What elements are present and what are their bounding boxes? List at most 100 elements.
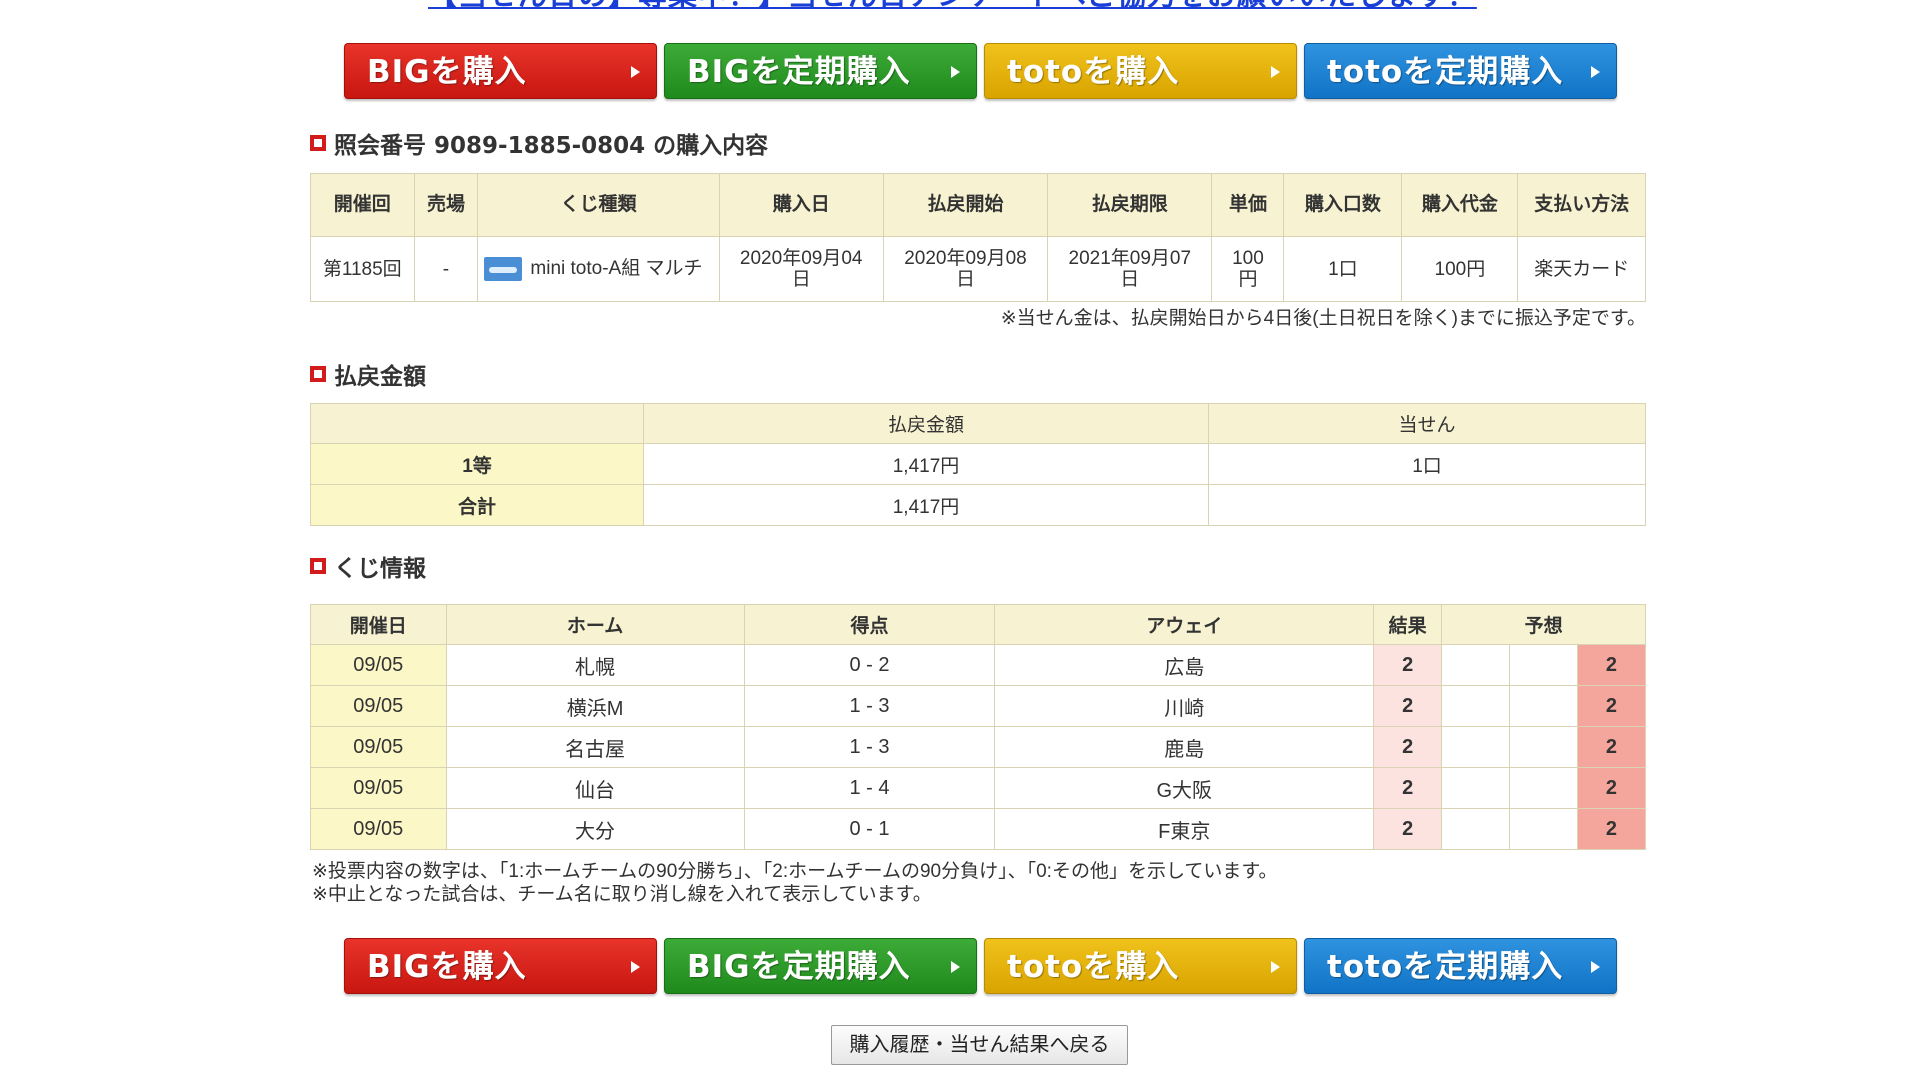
payout-start-cell: 2020年09月08日: [882, 236, 1049, 302]
away-team: F東京: [994, 808, 1375, 850]
subscribe-big-button[interactable]: BIGを定期購入: [664, 43, 977, 99]
note-line: ※投票内容の数字は、「1:ホームチームの90分勝ち」、「2:ホームチームの90分…: [312, 861, 1278, 882]
mini-toto-icon: [484, 257, 523, 281]
prize-tier-cell: 1等: [310, 443, 644, 485]
buy-toto-button[interactable]: totoを購入: [984, 938, 1297, 994]
arrow-right-icon: [1591, 66, 1600, 78]
prediction-0: [1509, 644, 1578, 686]
col-amount: 購入代金: [1401, 173, 1519, 237]
match-row: 09/05 名古屋 1 - 3 鹿島 2 2: [310, 726, 1647, 768]
store-cell: -: [413, 236, 479, 302]
section-marker-icon: [310, 366, 326, 382]
payout-row: 1等 1,417円 1口: [310, 443, 1646, 485]
subscribe-toto-label: totoを定期購入: [1327, 949, 1564, 985]
buy-toto-label: totoを購入: [1007, 54, 1180, 90]
payout-header-row: 払戻金額 当せん: [310, 403, 1646, 444]
purchase-header-row: 開催回 売場 くじ種類 購入日 払戻開始 払戻期限 単価 購入口数 購入代金 支…: [310, 173, 1646, 237]
prediction-2: 2: [1576, 685, 1647, 727]
arrow-right-icon: [1591, 961, 1600, 973]
note-line: ※中止となった試合は、チーム名に取り消し線を入れて表示しています。: [312, 884, 932, 905]
col-payout-deadline: 払戻期限: [1047, 173, 1213, 237]
buy-big-label: BIGを購入: [367, 54, 527, 90]
arrow-right-icon: [951, 66, 960, 78]
buy-big-button[interactable]: BIGを購入: [344, 43, 657, 99]
prediction-0: [1509, 685, 1578, 727]
subscribe-toto-label: totoを定期購入: [1327, 54, 1564, 90]
survey-banner-link[interactable]: 【当せん日の】導集中！】当せん日アンケートへご協力をお願いいたします！: [428, 0, 1528, 12]
prediction-1: [1441, 644, 1511, 686]
col-away: アウェイ: [994, 604, 1375, 645]
col-result: 結果: [1373, 604, 1443, 645]
match-score: 1 - 4: [743, 767, 996, 809]
arrow-right-icon: [951, 961, 960, 973]
total-amount-cell: 1,417円: [643, 484, 1209, 526]
col-date: 開催日: [310, 604, 447, 645]
arrow-right-icon: [631, 961, 640, 973]
lottery-header-row: 開催日 ホーム 得点 アウェイ 結果 予想: [310, 604, 1646, 645]
match-date: 09/05: [310, 644, 447, 686]
lottery-table: 開催日 ホーム 得点 アウェイ 結果 予想 09/05 札幌 0 - 2 広島 …: [310, 604, 1647, 850]
subscribe-toto-button[interactable]: totoを定期購入: [1304, 43, 1617, 99]
match-row: 09/05 札幌 0 - 2 広島 2 2: [310, 644, 1647, 686]
match-result: 2: [1373, 644, 1443, 686]
col-payout-start: 払戻開始: [882, 173, 1049, 237]
lottery-heading-text: くじ情報: [334, 556, 426, 582]
page: 【当せん日の】導集中！】当せん日アンケートへご協力をお願いいたします！ BIGを…: [0, 0, 1920, 1080]
home-team: 仙台: [445, 767, 745, 809]
payout-heading-text: 払戻金額: [334, 364, 426, 390]
match-result: 2: [1373, 808, 1443, 850]
match-score: 0 - 2: [743, 644, 996, 686]
match-date: 09/05: [310, 808, 447, 850]
match-row: 09/05 横浜M 1 - 3 川崎 2 2: [310, 685, 1647, 727]
round-cell: 第1185回: [310, 236, 415, 302]
prediction-2: 2: [1576, 644, 1647, 686]
prediction-2: 2: [1576, 767, 1647, 809]
payout-col-count: 当せん: [1208, 403, 1646, 444]
section-marker-icon: [310, 558, 326, 574]
match-row: 09/05 仙台 1 - 4 G大阪 2 2: [310, 767, 1647, 809]
purchase-row: 第1185回 - mini toto-A組 マルチ 2020年09月04日 20…: [310, 236, 1646, 302]
count-cell: 1口: [1283, 236, 1403, 302]
subscribe-big-label: BIGを定期購入: [687, 54, 911, 90]
away-team: 広島: [994, 644, 1375, 686]
payout-deadline-cell: 2021年09月07日: [1047, 236, 1213, 302]
match-result: 2: [1373, 726, 1443, 768]
match-row: 09/05 大分 0 - 1 F東京 2 2: [310, 808, 1647, 850]
purchase-buttons-top: BIGを購入 BIGを定期購入 totoを購入 totoを定期購入: [344, 43, 1617, 99]
home-team: 横浜M: [445, 685, 745, 727]
prediction-1: [1441, 767, 1511, 809]
prediction-2: 2: [1576, 808, 1647, 850]
arrow-right-icon: [631, 66, 640, 78]
back-to-history-button[interactable]: 購入履歴・当せん結果へ戻る: [831, 1025, 1128, 1065]
total-count-cell: [1208, 484, 1646, 526]
col-score: 得点: [743, 604, 996, 645]
total-label-cell: 合計: [310, 484, 644, 526]
unit-price-cell: 100円: [1211, 236, 1285, 302]
purchase-table: 開催回 売場 くじ種類 購入日 払戻開始 払戻期限 単価 購入口数 購入代金 支…: [310, 173, 1646, 302]
prediction-0: [1509, 808, 1578, 850]
match-date: 09/05: [310, 685, 447, 727]
buy-big-button[interactable]: BIGを購入: [344, 938, 657, 994]
subscribe-big-button[interactable]: BIGを定期購入: [664, 938, 977, 994]
prize-amount-cell: 1,417円: [643, 443, 1209, 485]
arrow-right-icon: [1271, 961, 1280, 973]
col-prediction: 予想: [1441, 604, 1646, 645]
col-payment: 支払い方法: [1517, 173, 1646, 237]
away-team: 鹿島: [994, 726, 1375, 768]
subscribe-toto-button[interactable]: totoを定期購入: [1304, 938, 1617, 994]
payout-heading: 払戻金額: [310, 357, 426, 391]
purchase-heading: 照会番号 9089-1885-0804 の購入内容: [310, 126, 768, 160]
match-score: 0 - 1: [743, 808, 996, 850]
prediction-2: 2: [1576, 726, 1647, 768]
match-result: 2: [1373, 685, 1443, 727]
payout-col-label: [310, 403, 644, 444]
match-score: 1 - 3: [743, 726, 996, 768]
buy-toto-button[interactable]: totoを購入: [984, 43, 1297, 99]
purchase-heading-text: 照会番号 9089-1885-0804 の購入内容: [334, 133, 769, 159]
arrow-right-icon: [1271, 66, 1280, 78]
kind-cell: mini toto-A組 マルチ: [477, 236, 720, 302]
match-score: 1 - 3: [743, 685, 996, 727]
col-unit-price: 単価: [1211, 173, 1285, 237]
prize-count-cell: 1口: [1208, 443, 1646, 485]
payout-col-amount: 払戻金額: [643, 403, 1209, 444]
